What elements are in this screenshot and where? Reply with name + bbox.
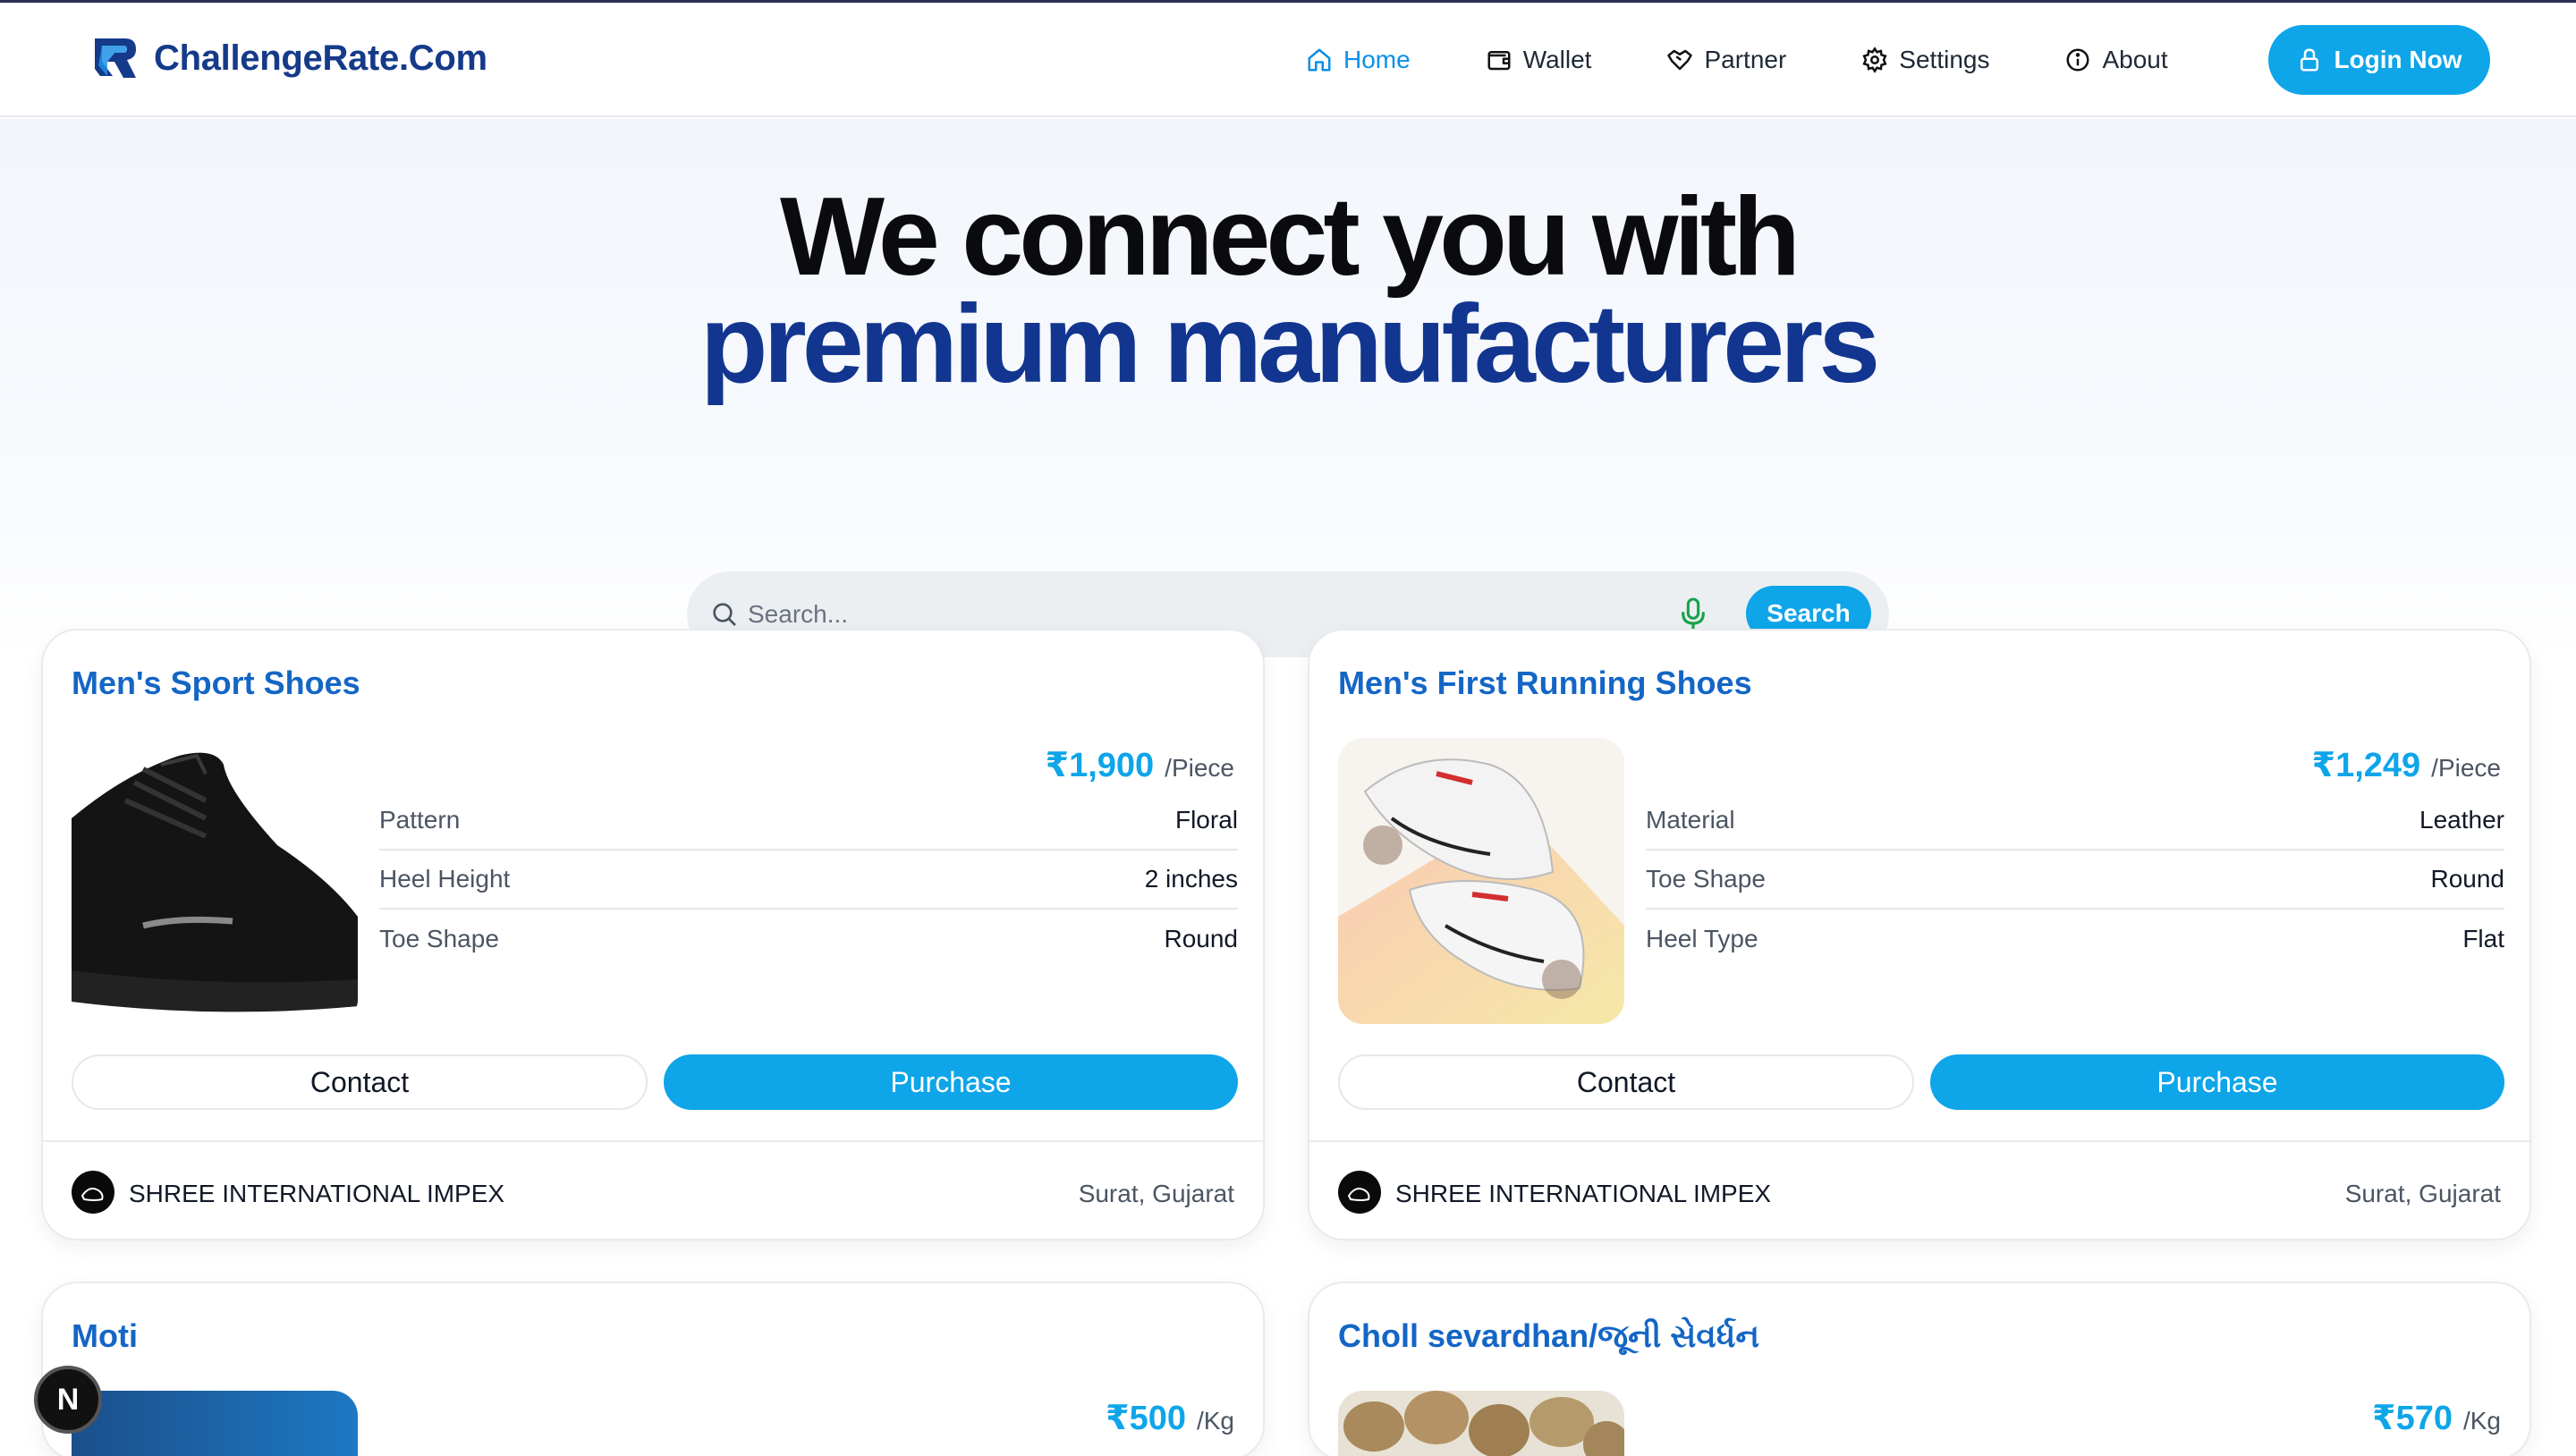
attribute-value: 2 inches: [1144, 865, 1238, 893]
seller-logo-icon: [80, 1188, 104, 1201]
nav-wallet[interactable]: Wallet: [1486, 46, 1592, 74]
product-attributes: Pattern Floral Heel Height 2 inches Toe …: [379, 791, 1238, 969]
product-card: Men's Sport Shoes ₹1,900 /Piece Pattern …: [41, 629, 1265, 1240]
product-title[interactable]: Men's Sport Shoes: [72, 665, 360, 702]
running-shoe-image: [1338, 738, 1624, 1024]
seller-avatar[interactable]: [1338, 1171, 1381, 1214]
nav-about[interactable]: About: [2064, 46, 2168, 74]
seller-footer: SHREE INTERNATIONAL IMPEX Surat, Gujarat: [1309, 1140, 2529, 1239]
product-image[interactable]: [1338, 1391, 1624, 1456]
price-unit: /Kg: [1196, 1407, 1234, 1435]
attribute-key: Material: [1646, 806, 1735, 834]
sport-shoe-image: [72, 738, 358, 1024]
attribute-row: Material Leather: [1646, 791, 2504, 851]
product-image[interactable]: [72, 738, 358, 1024]
seller-footer: SHREE INTERNATIONAL IMPEX Surat, Gujarat: [43, 1140, 1263, 1239]
seller-logo-icon: [1347, 1188, 1370, 1201]
price-unit: /Piece: [1165, 754, 1234, 782]
hero-section: We connect you with premium manufacturer…: [0, 119, 2576, 657]
product-title[interactable]: Moti: [72, 1317, 138, 1355]
nav-home[interactable]: Home: [1306, 46, 1411, 74]
contact-button[interactable]: Contact: [72, 1054, 648, 1110]
lock-icon: [2301, 48, 2319, 72]
seller-name[interactable]: SHREE INTERNATIONAL IMPEX: [1395, 1180, 1771, 1208]
attribute-value: Leather: [2419, 806, 2504, 834]
seller-name[interactable]: SHREE INTERNATIONAL IMPEX: [129, 1180, 504, 1208]
price-value: ₹1,900: [1045, 747, 1155, 784]
attribute-value: Floral: [1174, 806, 1238, 834]
attribute-key: Pattern: [379, 806, 461, 834]
brand-logo[interactable]: ChallengeRate.Com: [89, 35, 487, 81]
handshake-icon: [1667, 49, 1693, 71]
product-price: ₹1,900 /Piece: [1046, 745, 1234, 785]
hero-title-line1: We connect you with: [780, 175, 1801, 299]
main-nav: Home Wallet Partner Settings About: [1306, 37, 2243, 83]
attribute-row: Heel Height 2 inches: [379, 851, 1238, 910]
site-header: ChallengeRate.Com Home Wallet Partner Se…: [0, 3, 2576, 117]
product-image[interactable]: [1338, 738, 1624, 1024]
login-button-label: Login Now: [2334, 46, 2462, 73]
dev-tools-badge[interactable]: N: [34, 1366, 102, 1434]
product-attributes: Material Leather Toe Shape Round Heel Ty…: [1646, 791, 2504, 969]
attribute-key: Heel Height: [379, 865, 511, 893]
hero-title-line2: premium manufacturers: [699, 283, 1881, 406]
nav-home-label: Home: [1343, 46, 1411, 73]
nav-partner-label: Partner: [1704, 46, 1787, 73]
product-price: ₹570 /Kg: [2372, 1398, 2501, 1438]
search-icon: [713, 603, 736, 626]
price-unit: /Piece: [2431, 754, 2501, 782]
nav-settings[interactable]: Settings: [1861, 46, 1989, 74]
price-value: ₹570: [2372, 1400, 2453, 1437]
potato-product-image: [1338, 1391, 1624, 1456]
nav-settings-label: Settings: [1899, 46, 1990, 73]
microphone-icon[interactable]: [1678, 597, 1708, 632]
seller-avatar[interactable]: [72, 1171, 114, 1214]
gear-icon: [1862, 47, 1887, 73]
nav-about-label: About: [2102, 46, 2168, 73]
product-title[interactable]: Men's First Running Shoes: [1338, 665, 1752, 702]
attribute-value: Round: [2430, 865, 2504, 893]
brand-name: ChallengeRate.Com: [154, 38, 487, 78]
attribute-key: Toe Shape: [1646, 865, 1766, 893]
attribute-row: Toe Shape Round: [379, 910, 1238, 969]
contact-button[interactable]: Contact: [1338, 1054, 1914, 1110]
attribute-row: Toe Shape Round: [1646, 851, 2504, 910]
price-value: ₹1,249: [2311, 747, 2421, 784]
product-price: ₹500 /Kg: [1106, 1398, 1234, 1438]
attribute-row: Heel Type Flat: [1646, 910, 2504, 969]
nav-wallet-label: Wallet: [1522, 46, 1592, 73]
attribute-key: Heel Type: [1646, 925, 1758, 952]
attribute-row: Pattern Floral: [379, 791, 1238, 851]
brand-mark-icon: [95, 38, 136, 78]
info-icon: [2066, 48, 2089, 72]
product-card: Men's First Running Shoes ₹1,249 /Piece …: [1308, 629, 2531, 1240]
product-price: ₹1,249 /Piece: [2312, 745, 2501, 785]
wallet-icon: [1487, 51, 1511, 71]
purchase-button[interactable]: Purchase: [1930, 1054, 2504, 1110]
moti-product-image: [72, 1391, 358, 1456]
home-icon: [1308, 48, 1331, 72]
purchase-button[interactable]: Purchase: [664, 1054, 1238, 1110]
nav-partner[interactable]: Partner: [1666, 46, 1786, 74]
attribute-key: Toe Shape: [379, 925, 499, 952]
product-card: Moti ₹500 /Kg: [41, 1282, 1265, 1456]
attribute-value: Round: [1164, 925, 1238, 952]
product-title[interactable]: Choll sevardhan/જૂની સેવર્ધન: [1338, 1317, 1759, 1356]
attribute-value: Flat: [2462, 925, 2504, 952]
login-button[interactable]: Login Now: [2268, 25, 2490, 95]
seller-location: Surat, Gujarat: [2344, 1180, 2501, 1207]
seller-location: Surat, Gujarat: [1078, 1180, 1234, 1207]
product-image[interactable]: [72, 1391, 358, 1456]
price-unit: /Kg: [2462, 1407, 2501, 1435]
product-card: Choll sevardhan/જૂની સેવર્ધન ₹570 /Kg: [1308, 1282, 2531, 1456]
price-value: ₹500: [1106, 1400, 1186, 1437]
